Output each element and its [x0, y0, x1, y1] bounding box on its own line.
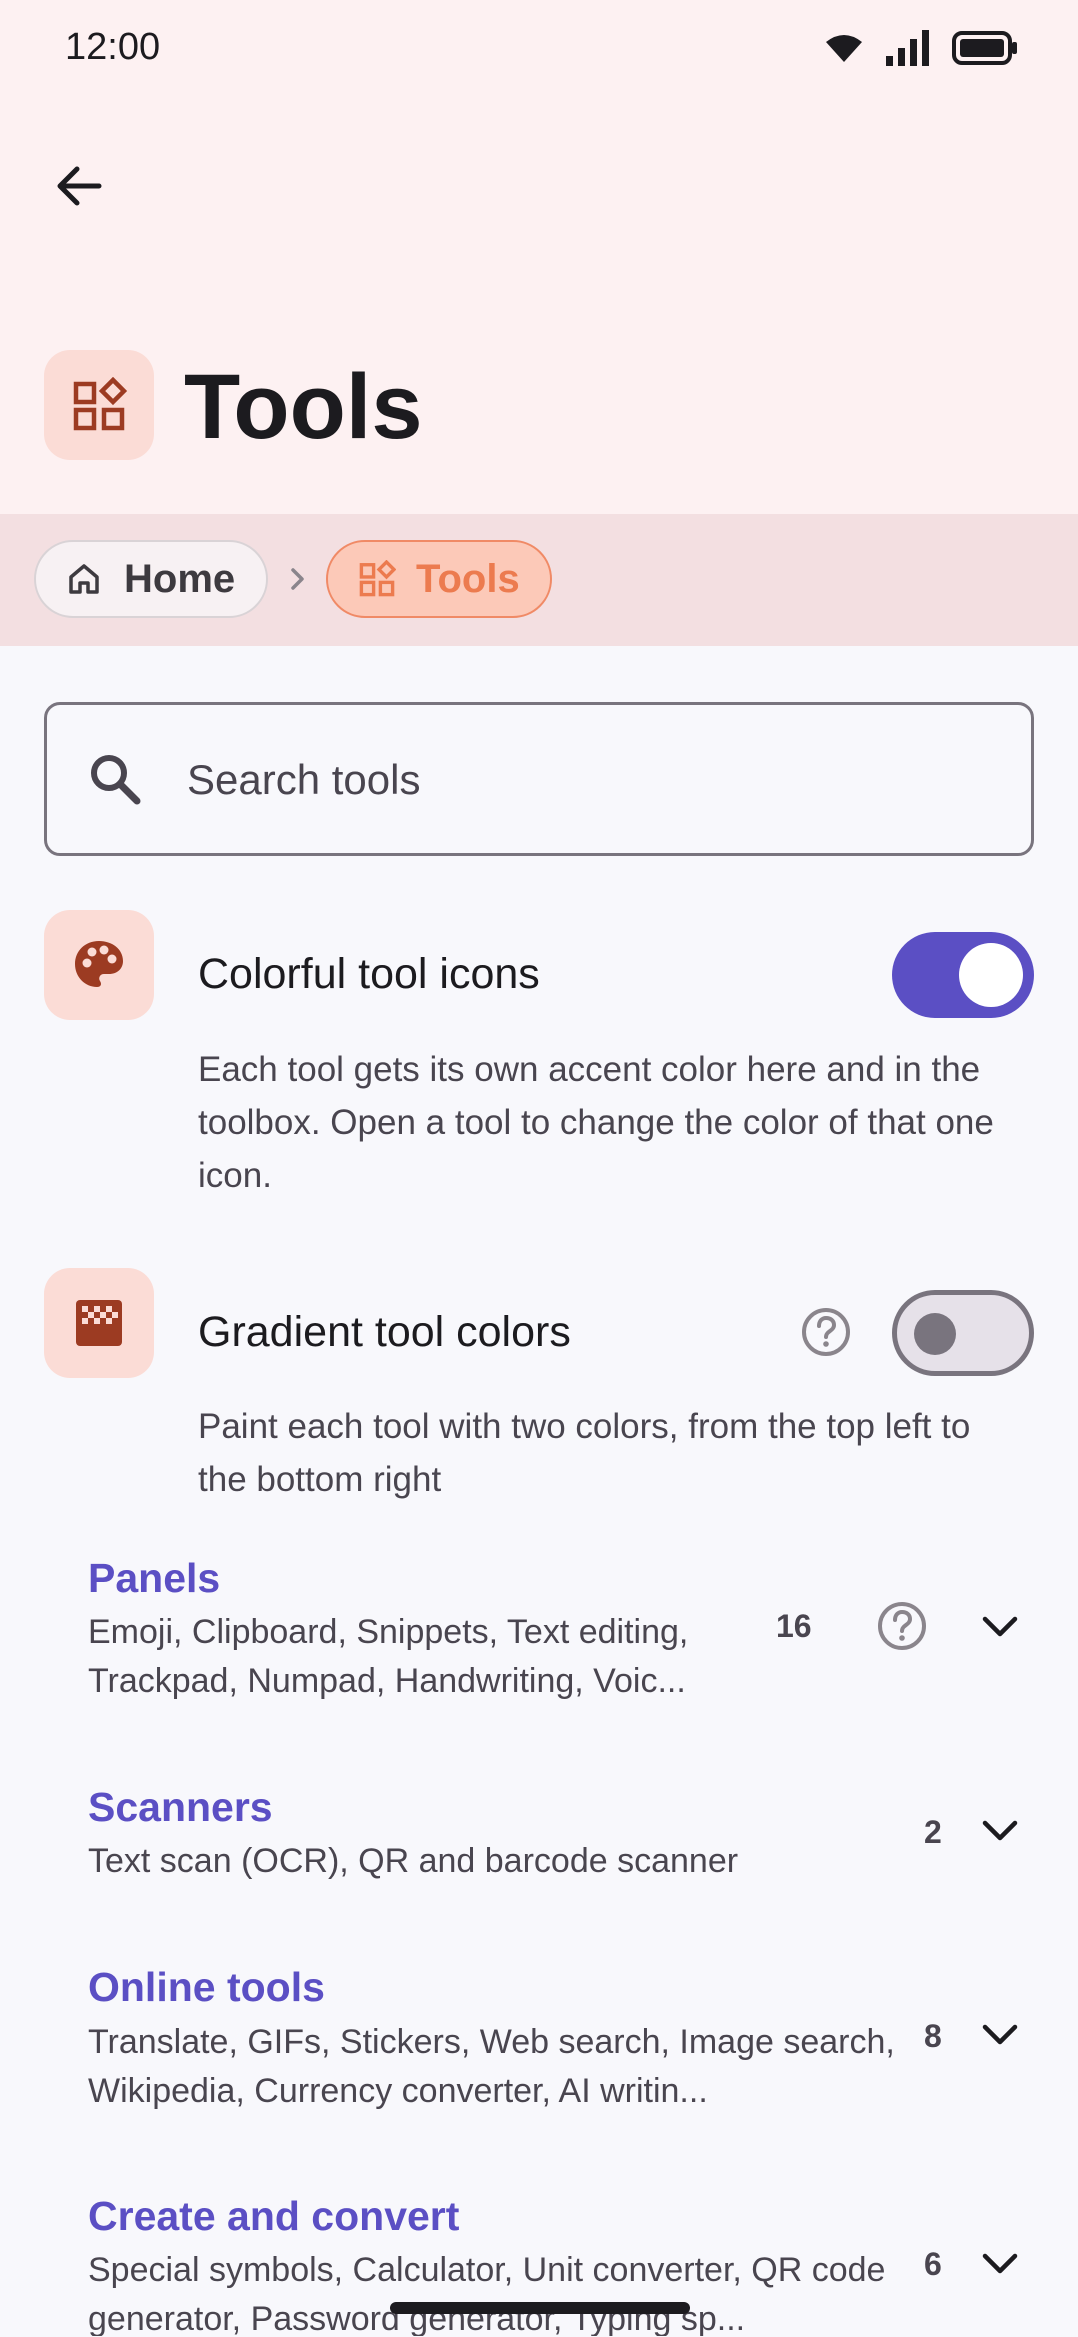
breadcrumb-home-chip[interactable]: Home — [34, 540, 268, 618]
setting-title-colorful-icons: Colorful tool icons — [198, 950, 540, 998]
category-title-online-tools[interactable]: Online tools — [88, 1964, 325, 2011]
tools-title-icon-box — [44, 350, 154, 460]
breadcrumb-tools-chip[interactable]: Tools — [326, 540, 552, 618]
page-title: Tools — [184, 356, 423, 458]
category-title-panels[interactable]: Panels — [88, 1555, 220, 1602]
cell-signal-icon — [886, 30, 929, 66]
back-button[interactable] — [40, 148, 116, 224]
battery-icon — [952, 31, 1017, 65]
chevron-down-icon[interactable] — [980, 2251, 1020, 2277]
category-description-panels: Emoji, Clipboard, Snippets, Text editing… — [88, 1613, 689, 1700]
category-description-create-and-convert: Special symbols, Calculator, Unit conver… — [88, 2251, 886, 2336]
search-icon — [91, 755, 141, 805]
widgets-icon — [359, 560, 396, 597]
category-description-scanners: Text scan (OCR), QR and barcode scanner — [88, 1842, 739, 1880]
category-count-scanners: 2 — [924, 1814, 942, 1850]
gradient-icon — [76, 1300, 122, 1346]
wifi-icon — [826, 35, 862, 62]
colorful-icons-toggle[interactable] — [892, 932, 1034, 1018]
widgets-icon — [73, 377, 127, 431]
home-icon — [69, 564, 99, 594]
gradient-colors-toggle[interactable] — [892, 1290, 1034, 1376]
palette-icon — [75, 941, 123, 987]
chevron-down-icon[interactable] — [980, 1614, 1020, 1640]
help-icon[interactable] — [800, 1306, 852, 1358]
category-description-online-tools: Translate, GIFs, Stickers, Web search, I… — [88, 2023, 895, 2110]
setting-description-colorful-icons: Each tool gets its own accent color here… — [198, 1050, 994, 1195]
toggle-knob — [914, 1313, 956, 1355]
category-title-scanners[interactable]: Scanners — [88, 1784, 273, 1831]
search-input[interactable] — [187, 745, 987, 815]
status-bar: 12:00 — [0, 0, 1078, 96]
category-count-online-tools: 8 — [924, 2018, 942, 2054]
category-count-create-and-convert: 6 — [924, 2246, 942, 2282]
category-count-panels: 16 — [776, 1608, 812, 1644]
gesture-home-indicator[interactable] — [390, 2302, 690, 2314]
chevron-down-icon[interactable] — [980, 1818, 1020, 1844]
chevron-down-icon[interactable] — [980, 2022, 1020, 2048]
setting-description-gradient-colors: Paint each tool with two colors, from th… — [198, 1407, 971, 1499]
search-field[interactable] — [44, 702, 1034, 856]
status-icons — [824, 28, 1018, 68]
chevron-right-icon — [291, 568, 304, 590]
gradient-icon-box — [44, 1268, 154, 1378]
status-time: 12:00 — [65, 26, 161, 68]
setting-title-gradient-colors: Gradient tool colors — [198, 1308, 571, 1356]
breadcrumb-home-label: Home — [124, 556, 236, 601]
toggle-knob — [959, 943, 1023, 1007]
category-title-create-and-convert[interactable]: Create and convert — [88, 2193, 459, 2240]
breadcrumb-tools-label: Tools — [416, 556, 520, 601]
help-icon[interactable] — [876, 1600, 928, 1652]
palette-icon-box — [44, 910, 154, 1020]
arrow-back-icon — [57, 166, 102, 206]
